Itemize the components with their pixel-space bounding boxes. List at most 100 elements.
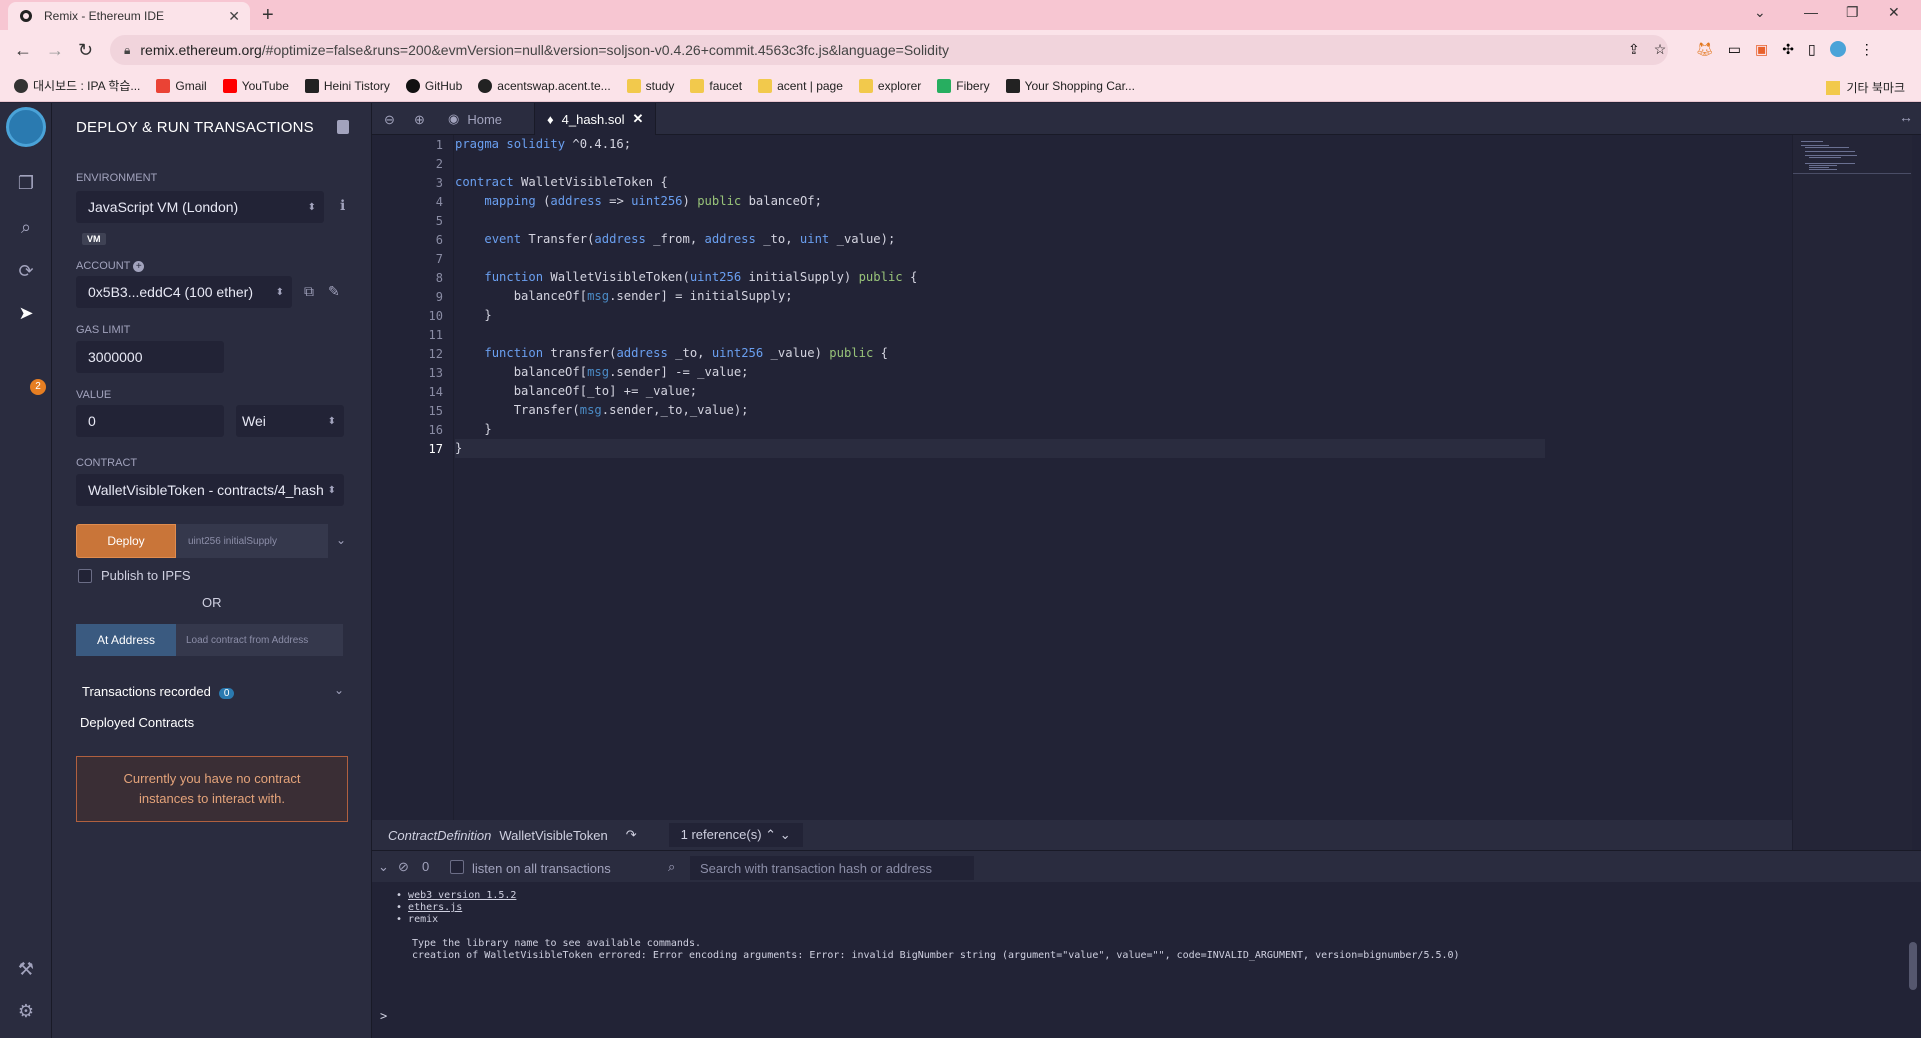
- other-bookmarks[interactable]: 기타 북마크: [1826, 79, 1905, 96]
- collapse-terminal-icon[interactable]: ⌄: [378, 859, 389, 875]
- add-account-icon[interactable]: +: [133, 261, 145, 272]
- bookmark-item[interactable]: Fibery: [937, 78, 990, 93]
- web3-link[interactable]: web3 version 1.5.2: [408, 890, 516, 901]
- folder-icon: [1826, 80, 1841, 95]
- remix-logo-icon[interactable]: [6, 107, 46, 147]
- tab-home[interactable]: ◉ Home: [436, 103, 514, 135]
- address-bar[interactable]: 🔒︎ remix.ethereum.org /#optimize=false&r…: [110, 35, 1668, 65]
- sidepanel-icon[interactable]: ▯: [1808, 41, 1816, 58]
- line-number: 3: [435, 176, 443, 190]
- bookmark-star-icon[interactable]: ☆: [1654, 41, 1667, 58]
- line-number: 17: [428, 442, 443, 456]
- chevron-down-icon[interactable]: ⌄: [336, 533, 346, 547]
- contract-select[interactable]: WalletVisibleToken - contracts/4_hash ⬍: [76, 474, 344, 506]
- restore-icon[interactable]: ❐: [1846, 4, 1859, 21]
- bookmark-item[interactable]: 대시보드 : IPA 학습...: [14, 77, 140, 94]
- code-editor[interactable]: 1 2 3 4 5 6 7 8 9 10 11 12 13 14 15 16 17 pragma solidit…: [372, 135, 1921, 850]
- forward-icon[interactable]: →: [46, 40, 64, 61]
- code-line: function transfer(address _to, uint256 _…: [484, 346, 888, 360]
- browser-tabstrip: Remix - Ethereum IDE ✕ + ⌄ — ❐ ✕: [0, 0, 1921, 30]
- lock-icon: 🔒︎: [124, 42, 131, 57]
- code-line-current: }: [455, 439, 1545, 458]
- browser-toolbar: ← → ↻ 🔒︎ remix.ethereum.org /#optimize=f…: [0, 30, 1921, 70]
- edit-icon[interactable]: ✎: [328, 283, 340, 300]
- deploy-args-input[interactable]: uint256 initialSupply: [176, 524, 328, 558]
- deploy-run-panel: DEPLOY & RUN TRANSACTIONS ENVIRONMENT Ja…: [52, 103, 372, 1038]
- minimize-icon[interactable]: —: [1804, 4, 1818, 20]
- reload-icon[interactable]: ↻: [78, 40, 93, 61]
- solidity-compiler-icon[interactable]: ⟳: [14, 261, 38, 285]
- environment-select[interactable]: JavaScript VM (London) ⬍: [76, 191, 324, 223]
- clear-terminal-icon[interactable]: ⊘: [398, 859, 409, 875]
- copy-icon[interactable]: ⧉: [304, 283, 314, 300]
- zoom-in-icon[interactable]: ⊕: [414, 112, 425, 128]
- bookmark-item[interactable]: GitHub: [405, 78, 462, 93]
- reference-count[interactable]: 1 reference(s) ⌃ ⌄: [668, 823, 803, 847]
- at-address-input[interactable]: Load contract from Address: [176, 624, 343, 656]
- file-explorer-icon[interactable]: ❐: [14, 173, 38, 197]
- pending-tx-count: 0: [422, 859, 430, 874]
- window-close-icon[interactable]: ✕: [1888, 4, 1900, 21]
- metamask-extension-icon[interactable]: 🦊︎: [1696, 41, 1714, 58]
- value-input[interactable]: 0: [76, 405, 224, 437]
- goto-definition-icon[interactable]: ↷: [626, 827, 637, 843]
- value-unit-select[interactable]: Wei ⬍: [236, 405, 344, 437]
- extensions-puzzle-icon[interactable]: ✣: [1782, 41, 1794, 58]
- account-value: 0x5B3...eddC4 (100 ether): [88, 284, 253, 300]
- account-label: ACCOUNT +: [76, 260, 145, 272]
- remix-home-icon: ◉: [448, 111, 460, 126]
- bookmark-item[interactable]: Gmail: [156, 78, 207, 93]
- bookmark-folder[interactable]: study: [626, 78, 674, 93]
- terminal-prompt[interactable]: >: [380, 1010, 387, 1022]
- terminal-line: • web3 version 1.5.2: [396, 890, 517, 901]
- deploy-run-icon[interactable]: ➤: [14, 303, 38, 327]
- share-icon[interactable]: ⇪: [1628, 41, 1640, 58]
- browser-menu-icon[interactable]: ⋮: [1860, 41, 1874, 58]
- chevron-down-icon[interactable]: ⌄: [334, 683, 344, 697]
- publish-ipfs-checkbox[interactable]: [78, 569, 92, 583]
- bookmark-folder[interactable]: explorer: [858, 78, 921, 93]
- chevron-down-icon: ⌄: [779, 827, 791, 842]
- account-select[interactable]: 0x5B3...eddC4 (100 ether) ⬍: [76, 276, 292, 308]
- new-tab-button[interactable]: +: [262, 4, 274, 27]
- terminal-scrollbar[interactable]: [1909, 942, 1917, 990]
- zoom-out-icon[interactable]: ⊖: [384, 112, 395, 128]
- terminal-output[interactable]: • web3 version 1.5.2 • ethers.js • remix…: [372, 882, 1921, 1038]
- bookmark-item[interactable]: Your Shopping Car...: [1005, 78, 1135, 93]
- settings-gear-icon[interactable]: ⚙: [14, 1001, 38, 1025]
- browser-tab[interactable]: Remix - Ethereum IDE ✕: [8, 2, 250, 30]
- deploy-button[interactable]: Deploy: [76, 524, 176, 558]
- search-icon[interactable]: ⌕: [14, 217, 38, 241]
- tab-4-hash-sol[interactable]: ♦ 4_hash.sol ✕: [534, 103, 657, 135]
- extension-icon[interactable]: ▭: [1728, 41, 1741, 58]
- close-tab-icon[interactable]: ✕: [633, 111, 644, 127]
- bookmark-item[interactable]: acentswap.acent.te...: [478, 78, 611, 93]
- environment-label: ENVIRONMENT: [76, 172, 158, 184]
- bookmark-item[interactable]: Heini Tistory: [304, 78, 390, 93]
- tab-search-icon[interactable]: ⌄: [1754, 4, 1766, 21]
- listen-transactions-checkbox[interactable]: [450, 860, 464, 874]
- transactions-recorded[interactable]: Transactions recorded 0: [82, 684, 235, 699]
- expand-icon[interactable]: ↔: [1899, 109, 1913, 125]
- bookmark-item[interactable]: YouTube: [222, 78, 289, 93]
- bookmark-folder[interactable]: faucet: [690, 78, 742, 93]
- bookmark-folder[interactable]: acent | page: [758, 78, 843, 93]
- ethers-link[interactable]: ethers.js: [408, 902, 462, 913]
- close-tab-icon[interactable]: ✕: [228, 8, 240, 25]
- profile-avatar[interactable]: [1829, 41, 1846, 57]
- extension-off-icon[interactable]: ▣: [1755, 41, 1768, 58]
- info-icon[interactable]: ℹ: [340, 197, 345, 214]
- main-panel: ⊖ ⊕ ◉ Home ♦ 4_hash.sol ✕ ↔ 1 2 3 4 5 6 7 8 9 10 1…: [372, 103, 1921, 1038]
- plugin-manager-icon[interactable]: ⚒: [14, 959, 38, 983]
- at-address-button[interactable]: At Address: [76, 624, 176, 656]
- documentation-icon[interactable]: [337, 120, 349, 134]
- back-icon[interactable]: ←: [14, 40, 32, 61]
- minimap[interactable]: [1792, 135, 1912, 850]
- bookmark-icon: [14, 78, 28, 93]
- code-line: function WalletVisibleToken(uint256 init…: [484, 270, 918, 284]
- terminal-error-line: creation of WalletVisibleToken errored: …: [412, 950, 1460, 961]
- environment-value: JavaScript VM (London): [88, 199, 239, 215]
- terminal-search-input[interactable]: Search with transaction hash or address: [690, 856, 974, 880]
- fibery-icon: [937, 78, 952, 93]
- gas-limit-input[interactable]: 3000000: [76, 341, 224, 373]
